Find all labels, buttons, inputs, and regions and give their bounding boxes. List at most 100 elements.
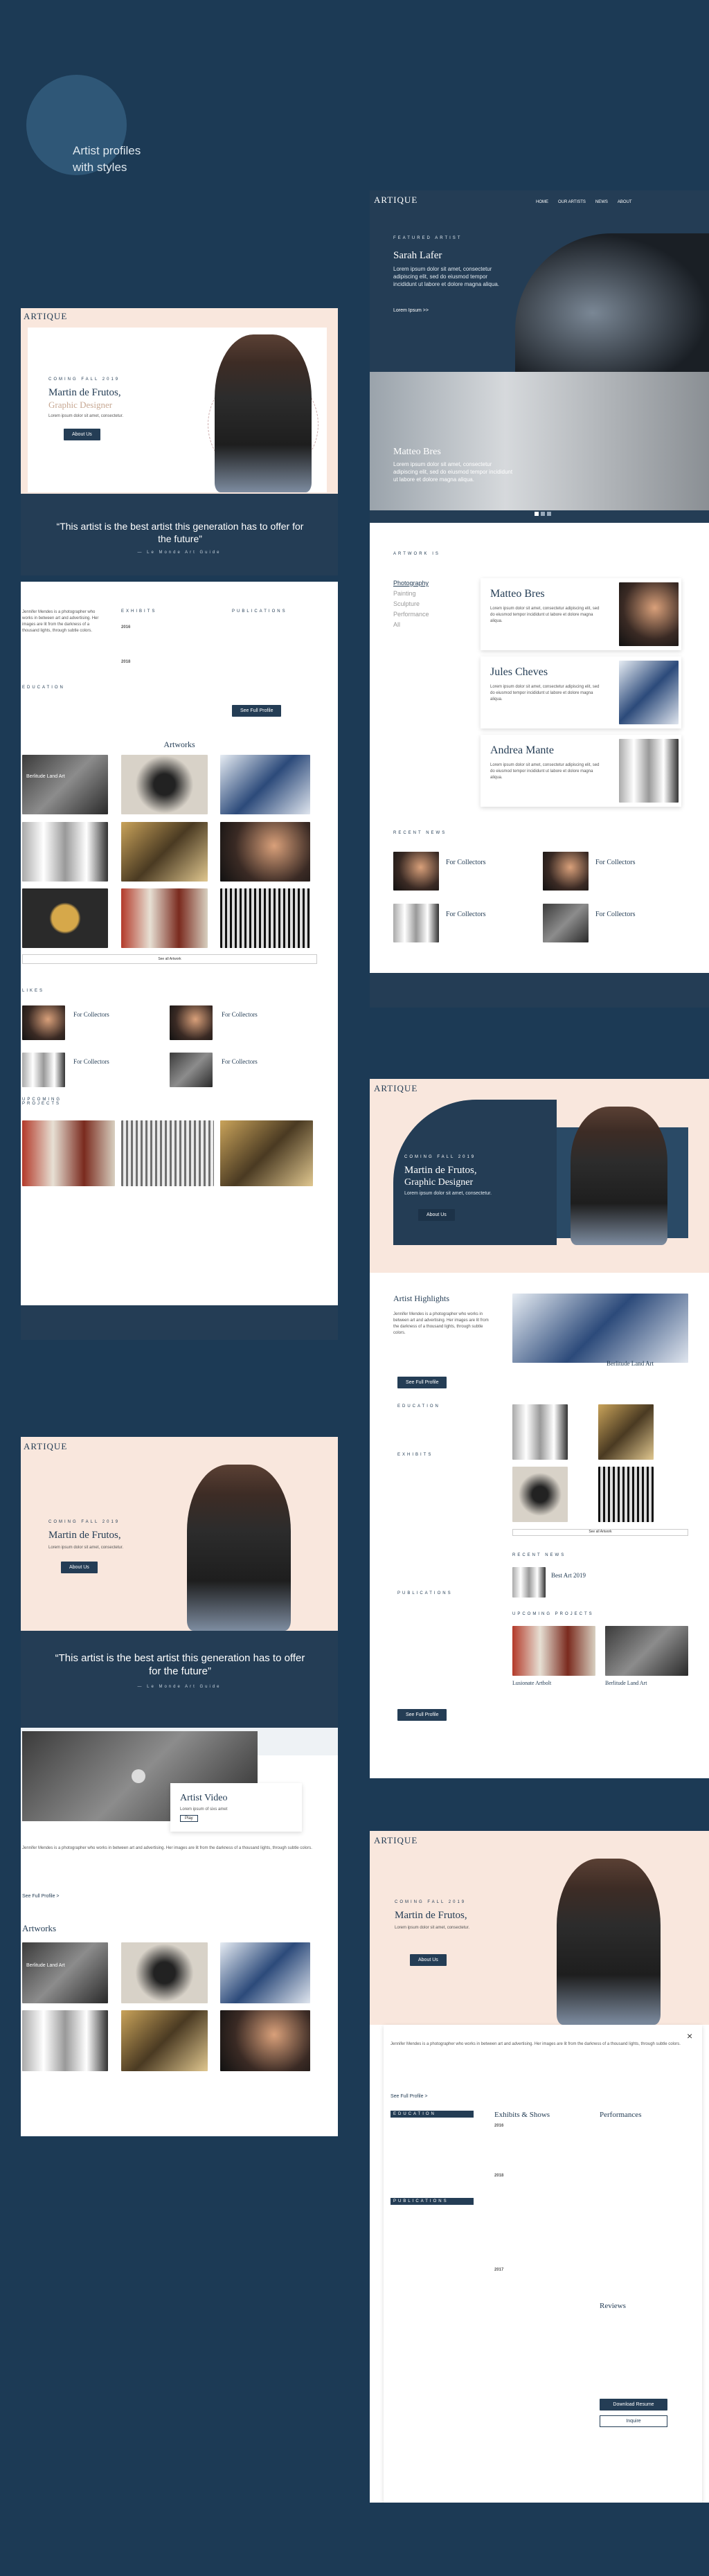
- play-icon[interactable]: [132, 1769, 145, 1783]
- upcoming-thumb[interactable]: [605, 1626, 688, 1676]
- read-full-link[interactable]: See Full Profile >: [391, 2094, 428, 2099]
- artwork-thumb[interactable]: [220, 888, 310, 948]
- publications-heading: Publications: [393, 2199, 449, 2203]
- intro-title: Artist profiles with styles: [73, 144, 141, 174]
- artwork-featured[interactable]: [22, 755, 108, 814]
- artist-card-photo: [619, 582, 679, 646]
- logo[interactable]: ARTIQUE: [374, 1835, 418, 1846]
- news-thumb[interactable]: [543, 852, 589, 891]
- news-thumb[interactable]: [393, 852, 439, 891]
- like-thumb[interactable]: [22, 1005, 65, 1040]
- slider-dot[interactable]: [535, 512, 539, 516]
- category-photography[interactable]: Photography: [393, 578, 429, 589]
- artwork-thumb[interactable]: [220, 822, 310, 882]
- latest-artwork[interactable]: [512, 1294, 688, 1363]
- nav-news[interactable]: NEWS: [595, 200, 608, 204]
- artist-card-desc: Lorem ipsum dolor sit amet, consectetur …: [490, 763, 600, 780]
- logo[interactable]: ARTIQUE: [24, 1441, 67, 1452]
- see-all-artwork-button[interactable]: See all Artwork: [22, 954, 317, 964]
- artwork-thumb[interactable]: [121, 2010, 208, 2071]
- exhibits-heading: Exhibits: [121, 609, 157, 614]
- like-title[interactable]: For Collectors: [222, 1011, 258, 1018]
- slider-dot[interactable]: [541, 512, 545, 516]
- artist-card[interactable]: Jules Cheves Lorem ipsum dolor sit amet,…: [481, 656, 681, 728]
- publications-heading: Publications: [232, 609, 287, 614]
- logo[interactable]: ARTIQUE: [374, 195, 418, 206]
- artists-heading: Artwork is: [393, 552, 440, 556]
- news-title[interactable]: For Collectors: [595, 859, 636, 866]
- artwork-thumb[interactable]: [220, 2010, 310, 2071]
- artwork-thumb[interactable]: [121, 755, 208, 814]
- hero-tagline: Lorem ipsum dolor sit amet, consectetur.: [48, 1546, 124, 1550]
- see-all-artwork-button[interactable]: See all Artwork: [512, 1529, 688, 1536]
- featured-more-link[interactable]: Lorem Ipsum >>: [393, 308, 429, 313]
- footer: [21, 1305, 338, 1340]
- category-all[interactable]: All: [393, 620, 429, 630]
- artwork-thumb[interactable]: [121, 822, 208, 882]
- year-label: 2017: [494, 2268, 504, 2272]
- category-performance[interactable]: Performance: [393, 609, 429, 620]
- like-thumb[interactable]: [170, 1053, 213, 1087]
- artist-card[interactable]: Andrea Mante Lorem ipsum dolor sit amet,…: [481, 735, 681, 807]
- download-resume-button[interactable]: Download Resume: [600, 2399, 667, 2410]
- upcoming-thumb[interactable]: [220, 1120, 313, 1186]
- like-thumb[interactable]: [170, 1005, 213, 1040]
- see-full-profile-button[interactable]: See Full Profile: [232, 705, 282, 717]
- video-play-button[interactable]: Play: [180, 1815, 198, 1822]
- news-thumb[interactable]: [393, 904, 439, 942]
- slider-dots[interactable]: [535, 512, 551, 516]
- see-full-profile-button[interactable]: See Full Profile: [397, 1377, 447, 1388]
- like-title[interactable]: For Collectors: [73, 1058, 109, 1065]
- artist-card[interactable]: Matteo Bres Lorem ipsum dolor sit amet, …: [481, 578, 681, 650]
- gallery-photo: [370, 372, 709, 510]
- news-title[interactable]: For Collectors: [446, 911, 486, 918]
- inquire-button[interactable]: Inquire: [600, 2415, 667, 2427]
- like-title[interactable]: For Collectors: [222, 1058, 258, 1065]
- logo[interactable]: ARTIQUE: [24, 311, 67, 322]
- about-us-button[interactable]: About Us: [61, 1562, 98, 1573]
- slider-dot[interactable]: [547, 512, 551, 516]
- profile-body: Jennifer Mendes is a photographer who wo…: [21, 582, 338, 1336]
- artwork-thumb[interactable]: [220, 755, 310, 814]
- read-full-link[interactable]: See Full Profile >: [22, 1894, 60, 1899]
- news-title[interactable]: Best Art 2019: [551, 1572, 586, 1579]
- about-us-button[interactable]: About Us: [64, 429, 100, 440]
- artwork-thumb[interactable]: [220, 1942, 310, 2003]
- artwork-thumb[interactable]: [598, 1404, 654, 1460]
- news-title[interactable]: For Collectors: [595, 911, 636, 918]
- artwork-thumb[interactable]: [598, 1467, 654, 1522]
- education-heading: Education: [393, 2112, 436, 2116]
- nav-about[interactable]: ABOUT: [618, 200, 632, 204]
- upcoming-heading: Upcoming Projects: [22, 1098, 62, 1106]
- like-title[interactable]: For Collectors: [73, 1011, 109, 1018]
- like-thumb[interactable]: [22, 1053, 65, 1087]
- logo[interactable]: ARTIQUE: [374, 1083, 418, 1094]
- news-thumb[interactable]: [543, 904, 589, 942]
- artwork-thumb[interactable]: [512, 1467, 568, 1522]
- reviews-title: Reviews: [600, 2302, 626, 2310]
- artist-card-name: Jules Cheves: [490, 666, 548, 678]
- about-us-button[interactable]: About Us: [418, 1209, 455, 1221]
- category-painting[interactable]: Painting: [393, 589, 429, 599]
- hero-tagline: Lorem ipsum dolor sit amet, consectetur.: [404, 1191, 492, 1196]
- category-sculpture[interactable]: Sculpture: [393, 599, 429, 609]
- news-thumb[interactable]: [512, 1567, 546, 1598]
- featured-section: ARTIQUE HOME OUR ARTISTS NEWS ABOUT Feat…: [370, 190, 709, 523]
- upcoming-thumb[interactable]: [121, 1120, 214, 1186]
- news-title[interactable]: For Collectors: [446, 859, 486, 866]
- nav-home[interactable]: HOME: [536, 200, 548, 204]
- artwork-thumb[interactable]: [121, 1942, 208, 2003]
- upcoming-thumb[interactable]: [512, 1626, 595, 1676]
- close-icon[interactable]: ×: [687, 2030, 692, 2041]
- artwork-thumb[interactable]: [121, 888, 208, 948]
- about-us-button[interactable]: About Us: [410, 1954, 447, 1966]
- artwork-thumb[interactable]: [512, 1404, 568, 1460]
- nav-artists[interactable]: OUR ARTISTS: [558, 200, 586, 204]
- artwork-thumb[interactable]: [22, 822, 108, 882]
- quote-section: “This artist is the best artist this gen…: [21, 494, 338, 575]
- artwork-featured[interactable]: [22, 1942, 108, 2003]
- upcoming-thumb[interactable]: [22, 1120, 115, 1186]
- artwork-thumb[interactable]: [22, 888, 108, 948]
- artwork-thumb[interactable]: [22, 2010, 108, 2071]
- see-full-profile-button[interactable]: See Full Profile: [397, 1709, 447, 1721]
